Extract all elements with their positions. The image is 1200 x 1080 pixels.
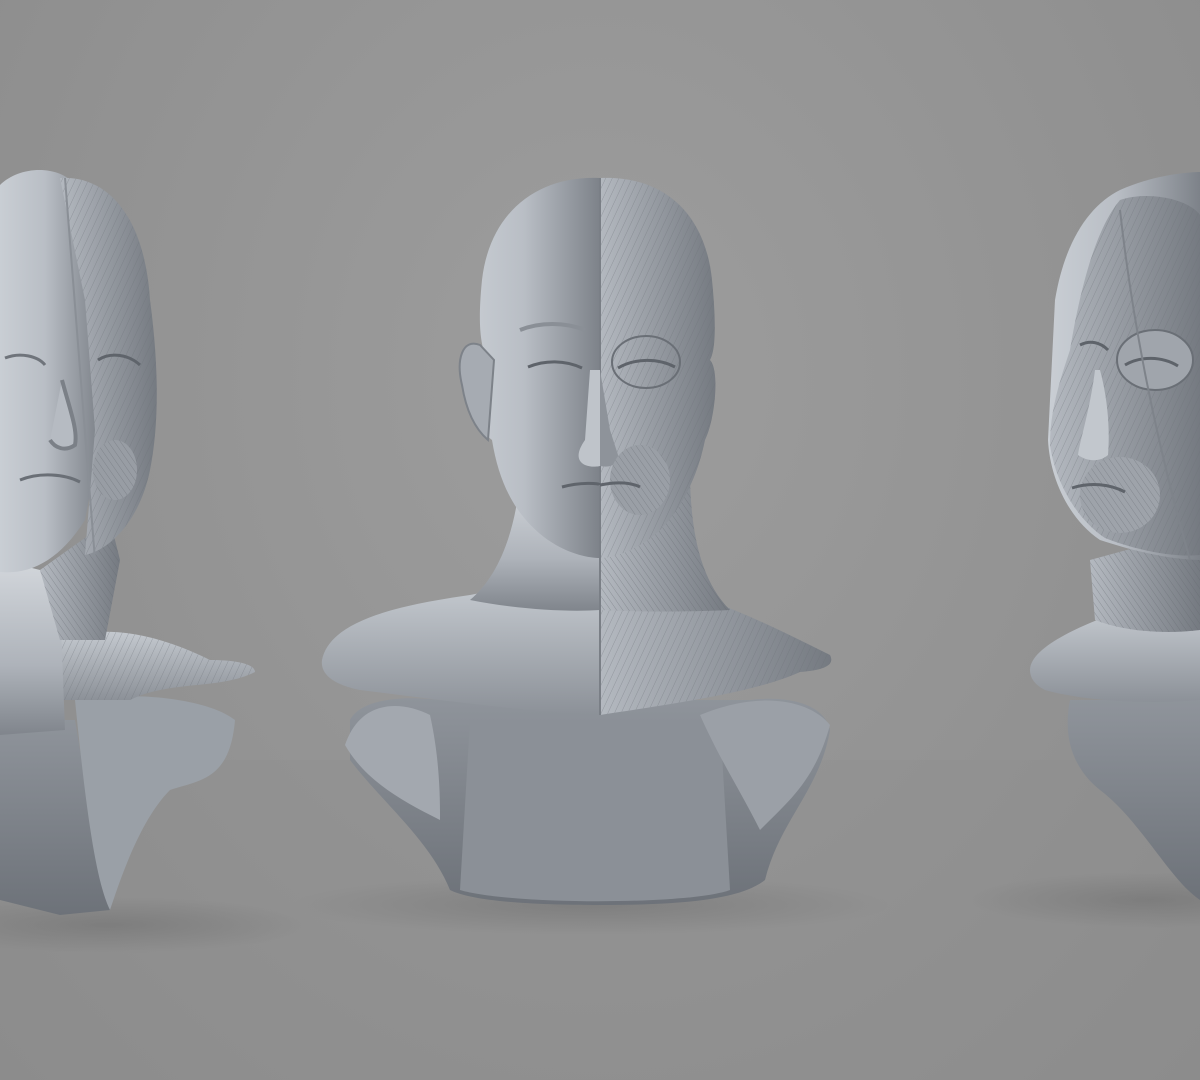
- render-canvas: [0, 170, 1200, 1080]
- bust-center-ear: [458, 342, 496, 443]
